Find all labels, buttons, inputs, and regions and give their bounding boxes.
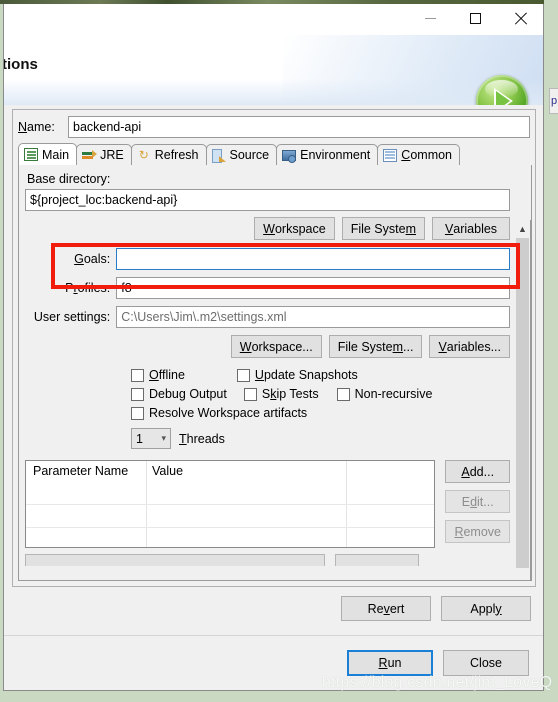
close-icon: [514, 12, 527, 25]
non-recursive-label: Non-recursive: [354, 387, 433, 401]
goals-label: Goals:: [74, 252, 111, 266]
page-title: onfigurations: [4, 56, 38, 73]
refresh-arrows-icon: ↻: [138, 147, 149, 162]
base-variables-button[interactable]: Variables: [432, 217, 510, 240]
main-tab-scroll-area: Base directory: Workspace File System Va…: [18, 165, 532, 581]
checkbox-group-row-2: Debug Output Skip Tests Non-recursive: [131, 387, 510, 401]
tab-main-label: Main: [42, 147, 70, 162]
main-tab-content: Base directory: Workspace File System Va…: [19, 165, 516, 580]
clipped-button: [335, 554, 419, 566]
profiles-input[interactable]: [116, 277, 510, 299]
minimize-button[interactable]: [408, 4, 453, 33]
settings-variables-button[interactable]: Variables...: [429, 335, 510, 358]
revert-button[interactable]: Re v ert: [341, 596, 431, 621]
skip-tests-label: Skip Tests: [261, 387, 319, 401]
remove-parameter-button[interactable]: Remove: [445, 520, 510, 543]
clipped-widgets-row: [25, 554, 510, 566]
dialog-header-banner: onfigurations: [4, 35, 543, 105]
name-input[interactable]: [68, 116, 530, 138]
tab-jre-label: JRE: [100, 148, 124, 162]
tab-source-label: Source: [229, 148, 270, 162]
close-button[interactable]: [498, 4, 543, 33]
tab-common-label: Common: [401, 148, 453, 162]
threads-value: 1: [136, 431, 143, 446]
edit-parameter-button[interactable]: Ed it...: [445, 490, 510, 513]
parameters-table[interactable]: Parameter Name Value: [25, 460, 436, 548]
tab-refresh[interactable]: ↻ Refresh: [130, 144, 207, 165]
content-vertical-scrollbar[interactable]: ▲ ▼: [515, 220, 531, 580]
minimize-icon: [425, 18, 436, 19]
tab-environment-label: Environment: [300, 148, 371, 162]
tab-jre[interactable]: JRE: [76, 144, 132, 165]
scroll-thumb[interactable]: [516, 238, 529, 568]
resolve-workspace-artifacts-checkbox[interactable]: [131, 406, 144, 420]
run-configurations-dialog: onfigurations Name: Main JRE ↻ Refresh: [3, 4, 544, 691]
user-settings-label: User settings:: [33, 310, 111, 324]
base-directory-input[interactable]: [25, 189, 510, 211]
user-settings-input[interactable]: [116, 306, 510, 328]
clipped-field: [25, 554, 325, 566]
settings-file-system-button[interactable]: File Syste m...: [328, 335, 423, 358]
dialog-title-bar: [4, 4, 543, 35]
maximize-button[interactable]: [453, 4, 498, 33]
ide-window-edge: p: [549, 88, 558, 114]
offline-label: Offline: [149, 368, 185, 382]
offline-checkbox[interactable]: [131, 368, 144, 382]
threads-dropdown[interactable]: 1 ▾: [131, 428, 171, 449]
settings-workspace-button[interactable]: Workspace...: [230, 335, 322, 358]
base-workspace-button[interactable]: Workspace: [254, 217, 335, 240]
goals-input[interactable]: [116, 248, 510, 270]
skip-tests-checkbox[interactable]: [243, 387, 257, 401]
update-snapshots-checkbox[interactable]: [236, 368, 250, 382]
resolve-workspace-artifacts-label: Resolve Workspace artifacts: [149, 406, 308, 420]
update-snapshots-label: Update Snapshots: [254, 368, 358, 382]
debug-output-label: Debug Output: [149, 387, 227, 401]
base-directory-buttons: Workspace File Syste m Variables: [25, 217, 510, 240]
tab-refresh-label: Refresh: [154, 148, 199, 162]
tab-source[interactable]: Source: [205, 144, 278, 165]
debug-output-checkbox[interactable]: [131, 387, 144, 401]
main-document-icon: [24, 148, 38, 161]
base-directory-label: Base directory:: [27, 172, 111, 186]
revert-apply-row: Re v ert Appl y: [4, 596, 543, 626]
source-lookup-icon: [211, 148, 226, 163]
scroll-up-button[interactable]: ▲: [515, 220, 530, 237]
apply-button[interactable]: Appl y: [441, 596, 531, 621]
threads-label: Threads: [179, 431, 225, 446]
name-row: Name:: [18, 116, 530, 138]
parameters-buttons: Add... Ed it... Remove: [445, 460, 510, 548]
profiles-row: Profiles:: [25, 277, 510, 299]
maximize-icon: [470, 13, 481, 24]
configuration-panel: Name: Main JRE ↻ Refresh Source Env: [12, 109, 536, 587]
chevron-down-icon: ▾: [161, 433, 166, 443]
tab-environment[interactable]: Environment: [276, 144, 379, 165]
profiles-label: Profiles:: [65, 281, 111, 295]
base-file-system-button[interactable]: File Syste m: [341, 217, 425, 240]
tab-bar: Main JRE ↻ Refresh Source Environment Co…: [18, 143, 532, 165]
run-button[interactable]: Run: [347, 650, 433, 676]
jre-library-icon: [82, 149, 98, 162]
name-label: Name:: [18, 120, 55, 134]
dialog-button-bar: Run Close: [4, 635, 543, 690]
banner-gradient-bottom: [4, 79, 543, 105]
column-parameter-name: Parameter Name: [33, 464, 129, 478]
tab-common[interactable]: Common: [377, 144, 461, 165]
column-value: Value: [152, 464, 184, 478]
goals-row: Goals:: [25, 248, 510, 270]
play-triangle-inner: [496, 91, 510, 105]
parameters-section: Parameter Name Value Add... Ed it... Remo…: [25, 460, 510, 548]
parameters-table-header: Parameter Name Value: [26, 461, 434, 481]
close-dialog-button[interactable]: Close: [443, 650, 529, 676]
environment-monitor-icon: [282, 149, 297, 163]
checkbox-group-row-1: Offline Update Snapshots: [131, 368, 510, 382]
threads-row: 1 ▾ Threads: [131, 428, 510, 449]
user-settings-buttons: Workspace... File Syste m... Variables...: [25, 335, 510, 358]
tab-main[interactable]: Main: [18, 143, 78, 165]
non-recursive-checkbox[interactable]: [336, 387, 350, 401]
user-settings-row: User settings:: [25, 306, 510, 328]
add-parameter-button[interactable]: Add...: [445, 460, 510, 483]
common-table-icon: [383, 148, 398, 162]
checkbox-group-row-3: Resolve Workspace artifacts: [131, 406, 510, 420]
